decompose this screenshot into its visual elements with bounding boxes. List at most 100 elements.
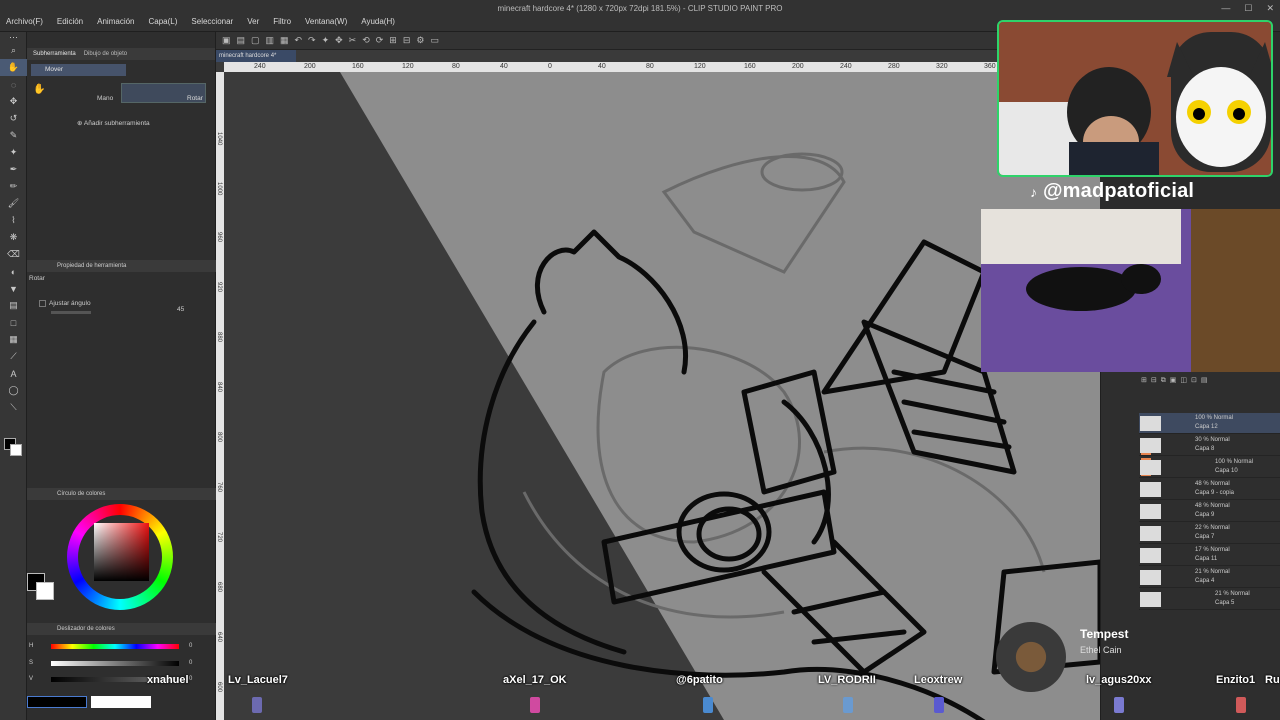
ruler-label: 840 xyxy=(216,382,222,393)
viewer-avatar-sprite xyxy=(843,697,853,713)
layers-panel: ⊞⊟⧉▣◫⊡▤ 100 % Normal Capa 12 30 % Normal… xyxy=(1100,372,1280,720)
h-value[interactable]: 0 xyxy=(189,643,192,649)
ruler-label: 360 xyxy=(984,63,996,70)
maximize-button[interactable]: ☐ xyxy=(1244,3,1252,14)
layer-thumbnail xyxy=(1140,504,1161,519)
layer-row[interactable]: 21 % Normal Capa 5 xyxy=(1139,589,1280,610)
tab-subherramienta[interactable]: Subherramienta xyxy=(33,51,76,57)
angle-value[interactable]: 45 xyxy=(177,306,184,313)
menu-ver[interactable]: Ver xyxy=(247,17,259,26)
subtool-mover[interactable]: Mover xyxy=(31,64,126,76)
layer-mode: 100 % Normal xyxy=(1195,415,1234,421)
menu-archivo[interactable]: Archivo(F) xyxy=(6,17,43,26)
pen-icon[interactable]: ✒ xyxy=(0,161,27,178)
layer-name: Capa 9 xyxy=(1195,512,1215,518)
layer-mode: 21 % Normal xyxy=(1215,591,1250,597)
layer-row[interactable]: 48 % Normal Capa 9 - copia xyxy=(1139,479,1280,500)
hue-slider[interactable] xyxy=(51,644,179,649)
layer-row[interactable]: 100 % Normal Capa 12 xyxy=(1139,413,1280,434)
color-wheel[interactable] xyxy=(67,504,173,610)
text-icon[interactable]: A xyxy=(0,365,27,382)
layer-toolbar[interactable]: ⊞⊟⧉▣◫⊡▤ xyxy=(1141,376,1211,385)
document-tab[interactable]: minecraft hardcore 4* xyxy=(216,50,296,62)
s-value[interactable]: 0 xyxy=(189,660,192,666)
figure-icon[interactable]: □ xyxy=(0,314,27,331)
layer-row[interactable]: 30 % Normal Capa 8 xyxy=(1139,435,1280,456)
menu-filtro[interactable]: Filtro xyxy=(273,17,291,26)
v-value[interactable]: 0 xyxy=(189,676,192,682)
brush-icon[interactable]: 🖌 xyxy=(0,195,27,212)
hand-subtool-icon[interactable]: ✋ xyxy=(33,84,45,95)
layer-row[interactable]: 100 % Normal Capa 10 xyxy=(1139,457,1280,478)
wand-icon[interactable]: ✦ xyxy=(0,144,27,161)
layer-mode: 21 % Normal xyxy=(1195,569,1230,575)
blend-icon[interactable]: ◐ xyxy=(0,263,27,280)
fill-icon[interactable]: ▼ xyxy=(0,280,27,297)
adjust-angle-label: Ajustar ángulo xyxy=(49,300,91,307)
adjust-angle-slider[interactable] xyxy=(51,311,91,314)
saturation-value-square[interactable] xyxy=(94,523,149,581)
add-subtool-button[interactable]: ⊕ Añadir subherramienta xyxy=(77,119,150,127)
stream-handle-text: @madpatoficial xyxy=(1042,180,1195,202)
close-button[interactable]: ✕ xyxy=(1266,3,1274,14)
eyedropper-icon[interactable]: ✎ xyxy=(0,127,27,144)
hand-icon[interactable]: ✋ xyxy=(0,59,27,76)
menu-ventana[interactable]: Ventana(W) xyxy=(305,17,347,26)
gradient-icon[interactable]: ▤ xyxy=(0,297,27,314)
viewer-avatar-sprite xyxy=(703,697,713,713)
menu-ayuda[interactable]: Ayuda(H) xyxy=(361,17,395,26)
artwork-svg xyxy=(340,72,1100,720)
drawing-canvas[interactable] xyxy=(224,72,1100,720)
pencil-icon[interactable]: ✏ xyxy=(0,178,27,195)
ruler-icon[interactable]: ⟋ xyxy=(0,348,27,365)
frame-icon[interactable]: ▦ xyxy=(0,331,27,348)
layer-thumbnail xyxy=(1140,570,1161,585)
layer-row[interactable]: 17 % Normal Capa 11 xyxy=(1139,545,1280,566)
menu-edicion[interactable]: Edición xyxy=(57,17,83,26)
saturation-slider[interactable] xyxy=(51,661,179,666)
layer-mode: 48 % Normal xyxy=(1195,503,1230,509)
layer-name: Capa 7 xyxy=(1195,534,1215,540)
song-artist: Ethel Cain xyxy=(1080,645,1122,655)
move-icon[interactable]: ✥ xyxy=(0,93,27,110)
menu-seleccionar[interactable]: Seleccionar xyxy=(191,17,233,26)
ruler-label: 40 xyxy=(598,63,606,70)
now-playing: Tempest Ethel Cain xyxy=(1072,626,1252,666)
stream-handle: ♪ @madpatoficial xyxy=(1030,180,1194,203)
layer-row[interactable]: 22 % Normal Capa 7 xyxy=(1139,523,1280,544)
decoration-icon[interactable]: ❋ xyxy=(0,229,27,246)
color-slider-header: Deslizador de colores xyxy=(27,623,216,635)
layer-mode: 17 % Normal xyxy=(1195,547,1230,553)
eraser-icon[interactable]: ⌫ xyxy=(0,246,27,263)
adjust-angle-checkbox[interactable] xyxy=(39,300,46,307)
viewer-avatar-sprite xyxy=(1236,697,1246,713)
zoom-icon[interactable]: ⌕ xyxy=(0,42,27,59)
airbrush-icon[interactable]: ⌇ xyxy=(0,212,27,229)
background-color[interactable] xyxy=(36,582,54,600)
sub-color-swatch[interactable] xyxy=(10,444,22,456)
mano-label: Mano xyxy=(97,95,114,102)
viewer-name: Lv_Lacuel7 xyxy=(228,674,288,686)
color-history-black[interactable] xyxy=(27,696,87,708)
tab-dibujo-objeto[interactable]: Dibujo de objeto xyxy=(84,51,127,57)
viewer-name: xnahuel xyxy=(147,674,189,686)
lasso-icon[interactable]: ↺ xyxy=(0,110,27,127)
viewer-name: lv_agus20xx xyxy=(1086,674,1152,686)
balloon-icon[interactable]: ◯ xyxy=(0,382,27,399)
vertical-ruler: 1040 1000 960 920 880 840 800 760 720 68… xyxy=(216,72,224,720)
menu-capa[interactable]: Capa(L) xyxy=(149,17,178,26)
layer-row[interactable]: 48 % Normal Capa 9 xyxy=(1139,501,1280,522)
select-icon[interactable]: ◌ xyxy=(0,76,27,93)
minimize-button[interactable]: — xyxy=(1221,3,1230,14)
color-history-white[interactable] xyxy=(91,696,151,708)
layer-thumbnail xyxy=(1140,548,1161,563)
command-bar-icons[interactable]: ▣▤▢▥▦↶↷✦✥✂⟲⟳⊞⊟⚙▭ xyxy=(222,35,445,46)
canvas-area: ▣▤▢▥▦↶↷✦✥✂⟲⟳⊞⊟⚙▭ minecraft hardcore 4* 2… xyxy=(216,32,1100,720)
viewer-avatar-sprite xyxy=(252,697,262,713)
ruler-label: 40 xyxy=(500,63,508,70)
s-label: S xyxy=(29,660,34,666)
correct-line-icon[interactable]: ⟍ xyxy=(0,399,27,416)
menu-animacion[interactable]: Animación xyxy=(97,17,134,26)
layer-row[interactable]: 21 % Normal Capa 4 xyxy=(1139,567,1280,588)
command-bar: ▣▤▢▥▦↶↷✦✥✂⟲⟳⊞⊟⚙▭ xyxy=(216,32,1100,50)
